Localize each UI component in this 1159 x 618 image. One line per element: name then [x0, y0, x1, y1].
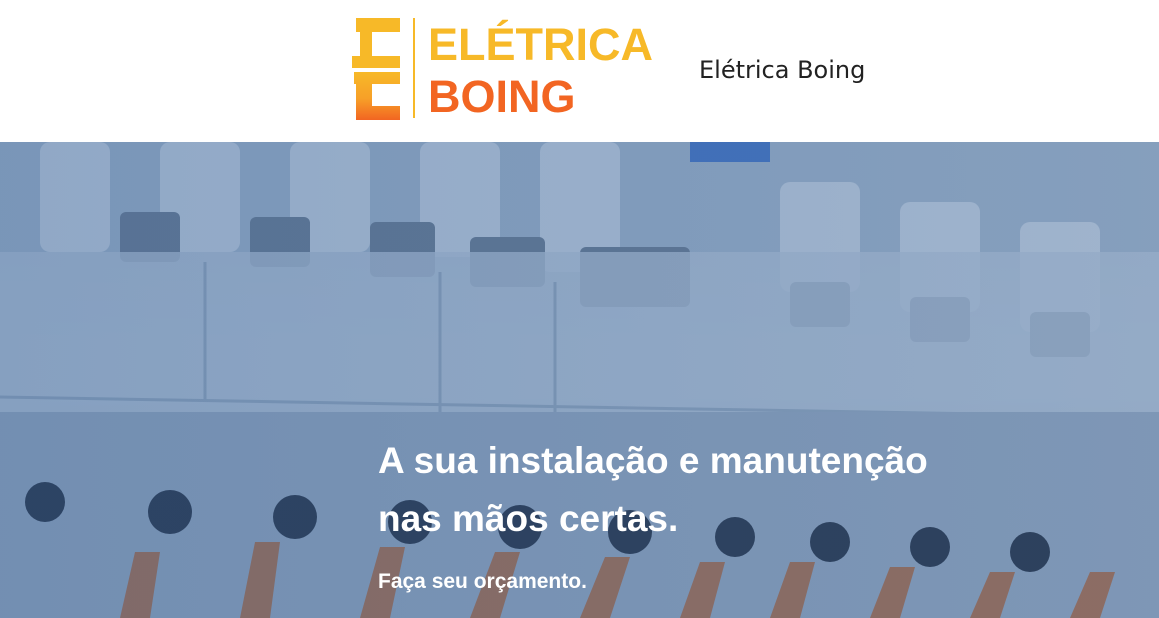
- hero-heading-line-2: nas mãos certas.: [378, 498, 679, 539]
- hero-heading: A sua instalação e manutenção nas mãos c…: [378, 432, 1018, 548]
- logo-word-eletrica: ELÉTRICA: [428, 19, 653, 70]
- logo-e-icon: [352, 18, 400, 120]
- hero-banner: A sua instalação e manutenção nas mãos c…: [0, 142, 1159, 618]
- site-header: ELÉTRICA BOING Elétrica Boing: [0, 0, 1159, 142]
- site-title-link[interactable]: Elétrica Boing: [699, 56, 865, 84]
- logo-divider: [413, 18, 415, 118]
- logo-word-boing: BOING: [428, 71, 576, 122]
- quote-request-link[interactable]: Faça seu orçamento.: [378, 570, 587, 594]
- site-logo[interactable]: ELÉTRICA BOING: [352, 18, 682, 122]
- hero-heading-line-1: A sua instalação e manutenção: [378, 440, 928, 481]
